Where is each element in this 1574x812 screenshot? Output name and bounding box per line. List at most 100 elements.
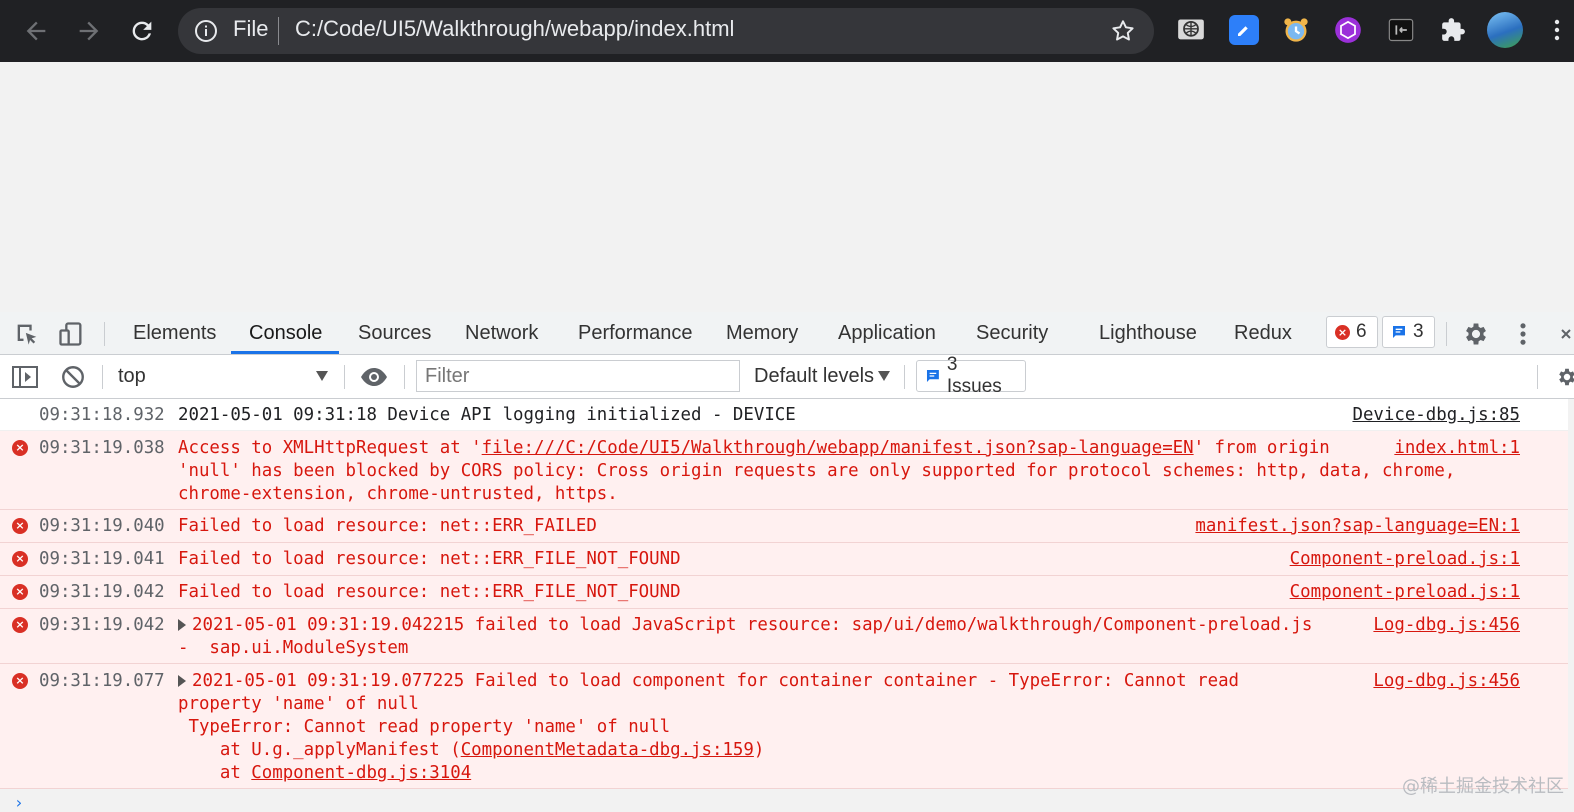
log-message: Failed to load resource: net::ERR_FILE_N… bbox=[178, 549, 681, 569]
error-count-badge[interactable]: × 6 bbox=[1326, 316, 1378, 348]
error-icon: × bbox=[12, 584, 28, 600]
forward-button[interactable] bbox=[72, 14, 106, 48]
issues-button[interactable]: 3 Issues bbox=[916, 354, 1026, 397]
log-message-line: 2021-05-01 09:31:19.077225 Failed to loa… bbox=[178, 670, 1239, 693]
filter-input[interactable] bbox=[416, 360, 740, 392]
chevron-down-icon[interactable] bbox=[316, 371, 328, 381]
tab-elements[interactable]: Elements bbox=[133, 322, 216, 345]
source-link[interactable]: index.html:1 bbox=[1394, 437, 1520, 460]
devtools-menu-icon[interactable] bbox=[1518, 320, 1528, 348]
context-selector[interactable]: top bbox=[118, 365, 146, 388]
console-log: 09:31:18.932 2021-05-01 09:31:18 Device … bbox=[0, 399, 1568, 789]
expand-triangle-icon[interactable] bbox=[178, 619, 186, 631]
stack-frame-link[interactable]: ComponentMetadata-dbg.js:159 bbox=[461, 740, 754, 760]
tab-console[interactable]: Console bbox=[249, 322, 322, 345]
source-link[interactable]: manifest.json?sap-language=EN:1 bbox=[1195, 515, 1520, 538]
tab-sources[interactable]: Sources bbox=[358, 322, 431, 345]
tab-performance[interactable]: Performance bbox=[578, 322, 693, 345]
extension-pencil-icon[interactable] bbox=[1229, 15, 1259, 45]
issues-label: 3 Issues bbox=[946, 354, 1002, 397]
message-text: at bbox=[178, 763, 252, 783]
error-icon: × bbox=[1335, 324, 1350, 340]
stack-frame-link[interactable]: Component-dbg.js:3104 bbox=[251, 763, 471, 783]
sidebar-toggle-icon[interactable] bbox=[11, 364, 39, 390]
message-text: ) bbox=[753, 740, 765, 760]
bookmark-star-icon[interactable] bbox=[1110, 18, 1136, 44]
log-message-line: - sap.ui.ModuleSystem bbox=[178, 638, 409, 658]
url-link[interactable]: file:///C:/Code/UI5/Walkthrough/webapp/m… bbox=[482, 438, 1194, 458]
source-link[interactable]: Device-dbg.js:85 bbox=[1352, 404, 1520, 427]
toolbar-divider bbox=[1537, 365, 1538, 389]
message-count-badge[interactable]: 3 bbox=[1382, 316, 1435, 348]
timestamp: 09:31:19.040 bbox=[39, 516, 165, 536]
tab-redux[interactable]: Redux bbox=[1234, 322, 1292, 345]
eye-icon[interactable] bbox=[359, 364, 389, 390]
message-count: 3 bbox=[1413, 321, 1424, 342]
message-icon bbox=[1393, 326, 1405, 338]
device-toolbar-icon[interactable] bbox=[57, 320, 85, 348]
log-message: 2021-05-01 09:31:18 Device API logging i… bbox=[178, 405, 796, 425]
alarm-clock-icon bbox=[1284, 18, 1308, 42]
extensions-menu-button[interactable] bbox=[1438, 15, 1468, 45]
reload-icon bbox=[132, 21, 152, 41]
log-entry: × 09:31:19.040 Failed to load resource: … bbox=[0, 510, 1568, 543]
message-text: Access to XMLHttpRequest at ' bbox=[178, 438, 482, 458]
source-link[interactable]: Component-preload.js:1 bbox=[1290, 581, 1520, 604]
reload-button[interactable] bbox=[125, 14, 159, 48]
timestamp: 09:31:19.041 bbox=[39, 549, 165, 569]
timestamp: 09:31:19.038 bbox=[39, 438, 165, 458]
tab-security[interactable]: Security bbox=[976, 322, 1048, 345]
message-text: at U.g._applyManifest ( bbox=[178, 740, 461, 760]
active-tab-indicator bbox=[231, 351, 339, 354]
extension-terminal-icon[interactable] bbox=[1386, 15, 1416, 45]
extension-alarm-icon[interactable] bbox=[1281, 15, 1311, 45]
timestamp: 09:31:19.042 bbox=[39, 615, 165, 635]
tab-memory[interactable]: Memory bbox=[726, 322, 798, 345]
log-message: Failed to load resource: net::ERR_FILE_N… bbox=[178, 582, 681, 602]
stack-trace-line: TypeError: Cannot read property 'name' o… bbox=[178, 717, 671, 737]
hexagon-icon bbox=[1335, 17, 1361, 43]
log-entry: × 09:31:19.042 Failed to load resource: … bbox=[0, 576, 1568, 609]
info-icon[interactable] bbox=[194, 19, 218, 43]
close-icon[interactable] bbox=[1556, 324, 1572, 344]
console-prompt[interactable]: › bbox=[14, 793, 24, 812]
tab-application[interactable]: Application bbox=[838, 322, 936, 345]
error-icon: × bbox=[12, 617, 28, 633]
expand-triangle-icon[interactable] bbox=[178, 675, 186, 687]
address-bar[interactable]: File C:/Code/UI5/Walkthrough/webapp/inde… bbox=[178, 8, 1154, 54]
browser-menu-button[interactable] bbox=[1550, 15, 1564, 45]
log-message: Failed to load resource: net::ERR_FAILED bbox=[178, 516, 597, 536]
back-button[interactable] bbox=[19, 14, 53, 48]
message-icon bbox=[926, 370, 939, 382]
log-entry: × 09:31:19.038 Access to XMLHttpRequest … bbox=[0, 431, 1568, 510]
kebab-menu-icon bbox=[1554, 19, 1560, 41]
pencil-icon bbox=[1238, 26, 1248, 36]
clear-console-icon[interactable] bbox=[60, 364, 86, 390]
source-link[interactable]: Component-preload.js:1 bbox=[1290, 548, 1520, 571]
chevron-down-icon[interactable] bbox=[878, 371, 890, 381]
log-entry: × 09:31:19.077 2021-05-01 09:31:19.07722… bbox=[0, 664, 1568, 789]
log-entry: × 09:31:19.042 2021-05-01 09:31:19.04221… bbox=[0, 609, 1568, 664]
source-link[interactable]: Log-dbg.js:456 bbox=[1373, 670, 1520, 693]
tab-network[interactable]: Network bbox=[465, 322, 538, 345]
omnibox-divider bbox=[278, 17, 279, 45]
tab-divider bbox=[104, 322, 105, 346]
extension-graphql-icon[interactable] bbox=[1333, 15, 1363, 45]
terminal-icon bbox=[1388, 18, 1414, 42]
tab-lighthouse[interactable]: Lighthouse bbox=[1099, 322, 1197, 345]
error-icon: × bbox=[12, 673, 28, 689]
message-text: ' from origin bbox=[1193, 438, 1330, 458]
error-count: 6 bbox=[1356, 321, 1367, 342]
settings-gear-icon[interactable] bbox=[1462, 320, 1490, 348]
console-settings-gear-icon[interactable] bbox=[1556, 365, 1574, 389]
inspect-element-icon[interactable] bbox=[13, 320, 41, 348]
url-text[interactable]: C:/Code/UI5/Walkthrough/webapp/index.htm… bbox=[295, 16, 734, 42]
log-entry: 09:31:18.932 2021-05-01 09:31:18 Device … bbox=[0, 399, 1568, 431]
scheme-label: File bbox=[233, 16, 269, 41]
stack-trace-line: at Component-dbg.js:3104 bbox=[178, 762, 471, 785]
extension-globe-icon[interactable] bbox=[1176, 15, 1206, 45]
profile-avatar[interactable] bbox=[1487, 12, 1523, 48]
log-message-line: property 'name' of null bbox=[178, 694, 419, 714]
source-link[interactable]: Log-dbg.js:456 bbox=[1373, 614, 1520, 637]
log-levels-dropdown[interactable]: Default levels bbox=[754, 365, 874, 388]
